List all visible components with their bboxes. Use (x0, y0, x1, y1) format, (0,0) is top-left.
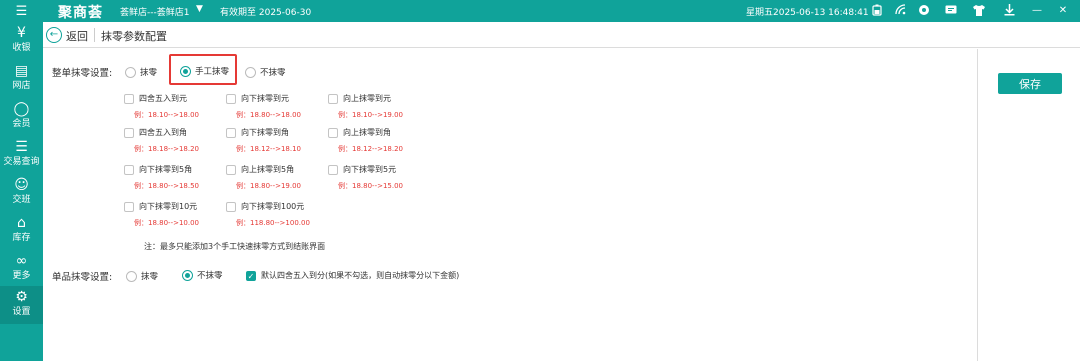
sidebar-item-more[interactable]: ∞ 更多 (0, 250, 43, 288)
option-item[interactable]: 向上抹零到元 例：18.10-->19.00 (328, 93, 403, 120)
radio-single-round[interactable]: 抹零 (126, 270, 158, 282)
checkbox-icon[interactable] (226, 164, 236, 175)
save-button[interactable]: 保存 (998, 73, 1062, 94)
sidebar-item-settings[interactable]: ⚙ 设置 (0, 286, 43, 324)
radio-circle-icon (125, 66, 136, 78)
sidebar-item-transactions[interactable]: ☰ 交易查询 (0, 136, 43, 174)
radio-circle-icon (126, 270, 137, 282)
app-logo: 聚商荟 (58, 5, 103, 21)
radio-single-none[interactable]: 不抹零 (182, 269, 223, 281)
handover-icon: ☺ (14, 177, 29, 193)
top-bar: ☰ 聚商荟 荟鲜店---荟鲜店1 ▼ 有效期至 2025-06-30 星期五20… (0, 0, 1080, 22)
document-icon: ☰ (15, 139, 28, 155)
sidebar: ¥ 收银 ▤ 网店 ◯ 会员 ☰ 交易查询 ☺ 交班 ⌂ 库存 ∞ 更多 ⚙ 设… (0, 22, 43, 361)
option-item[interactable]: 向下抹零到5角 例：18.80-->18.50 (124, 164, 199, 191)
sidebar-item-member[interactable]: ◯ 会员 (0, 98, 43, 136)
minimize-icon[interactable]: — (1030, 3, 1044, 17)
datetime-text: 星期五2025-06-13 16:48:41 (746, 8, 869, 18)
close-icon[interactable]: ✕ (1056, 3, 1070, 17)
member-icon: ◯ (13, 101, 30, 117)
cashier-icon: ¥ (17, 25, 26, 41)
checkmark-icon[interactable]: ✓ (246, 270, 256, 281)
battery-icon (870, 3, 884, 17)
option-item[interactable]: 向上抹零到5角 例：18.80-->19.00 (226, 164, 301, 191)
checkbox-icon[interactable] (124, 201, 134, 212)
shirt-icon[interactable] (972, 3, 986, 17)
single-item-label: 单品抹零设置: (52, 272, 113, 283)
checkbox-icon[interactable] (124, 164, 134, 175)
whole-order-label: 整单抹零设置: (52, 68, 113, 79)
option-item[interactable]: 四舍五入到角 例：18.18-->18.20 (124, 127, 199, 154)
page-title: 抹零参数配置 (101, 30, 167, 43)
service-icon[interactable] (917, 3, 931, 17)
option-item[interactable]: 向下抹零到100元 例：118.80-->100.00 (226, 201, 310, 228)
default-round-checkbox[interactable]: ✓ 默认四舍五入到分(如果不勾选，则自动抹零分以下金额) (246, 270, 459, 281)
message-icon[interactable] (944, 3, 958, 17)
highlight-box (169, 54, 237, 85)
checkbox-icon[interactable] (328, 127, 338, 138)
radio-whole-round[interactable]: 抹零 (125, 66, 157, 78)
wifi-icon (894, 3, 908, 17)
sidebar-item-handover[interactable]: ☺ 交班 (0, 174, 43, 212)
option-item[interactable]: 向下抹零到元 例：18.80-->18.00 (226, 93, 301, 120)
option-item[interactable]: 向下抹零到5元 例：18.80-->15.00 (328, 164, 403, 191)
page-header: ← 返回 抹零参数配置 (43, 22, 1080, 48)
checkbox-icon[interactable] (328, 164, 338, 175)
note-text: 注：最多只能添加3个手工快速抹零方式到结账界面 (144, 242, 326, 251)
radio-circle-icon (245, 66, 256, 78)
checkbox-icon[interactable] (124, 127, 134, 138)
option-item[interactable]: 向上抹零到角 例：18.12-->18.20 (328, 127, 403, 154)
header-divider (94, 28, 95, 42)
shop-icon: ▤ (14, 63, 29, 79)
gear-icon: ⚙ (15, 289, 28, 305)
checkbox-icon[interactable] (226, 127, 236, 138)
sidebar-item-shop[interactable]: ▤ 网店 (0, 60, 43, 98)
option-item[interactable]: 向下抹零到角 例：18.12-->18.10 (226, 127, 301, 154)
checkbox-icon[interactable] (226, 93, 236, 104)
radio-whole-none[interactable]: 不抹零 (245, 66, 286, 78)
sidebar-item-inventory[interactable]: ⌂ 库存 (0, 212, 43, 250)
option-item[interactable]: 四舍五入到元 例：18.10-->18.00 (124, 93, 199, 120)
more-icon: ∞ (15, 253, 28, 269)
checkbox-icon[interactable] (328, 93, 338, 104)
caret-down-icon[interactable]: ▼ (196, 4, 203, 14)
download-icon[interactable] (1002, 3, 1016, 17)
checkbox-icon[interactable] (226, 201, 236, 212)
sidebar-item-cashier[interactable]: ¥ 收银 (0, 22, 43, 60)
radio-selected-icon (182, 269, 193, 281)
validity-text: 有效期至 2025-06-30 (220, 8, 312, 18)
back-arrow-icon[interactable]: ← (46, 27, 62, 43)
option-item[interactable]: 向下抹零到10元 例：18.80-->10.00 (124, 201, 199, 228)
panel-divider (977, 49, 978, 361)
store-selector[interactable]: 荟鲜店---荟鲜店1 (120, 5, 189, 18)
home-icon: ⌂ (17, 215, 26, 231)
checkbox-icon[interactable] (124, 93, 134, 104)
back-button[interactable]: 返回 (66, 28, 88, 44)
hamburger-icon[interactable]: ☰ (0, 0, 43, 22)
